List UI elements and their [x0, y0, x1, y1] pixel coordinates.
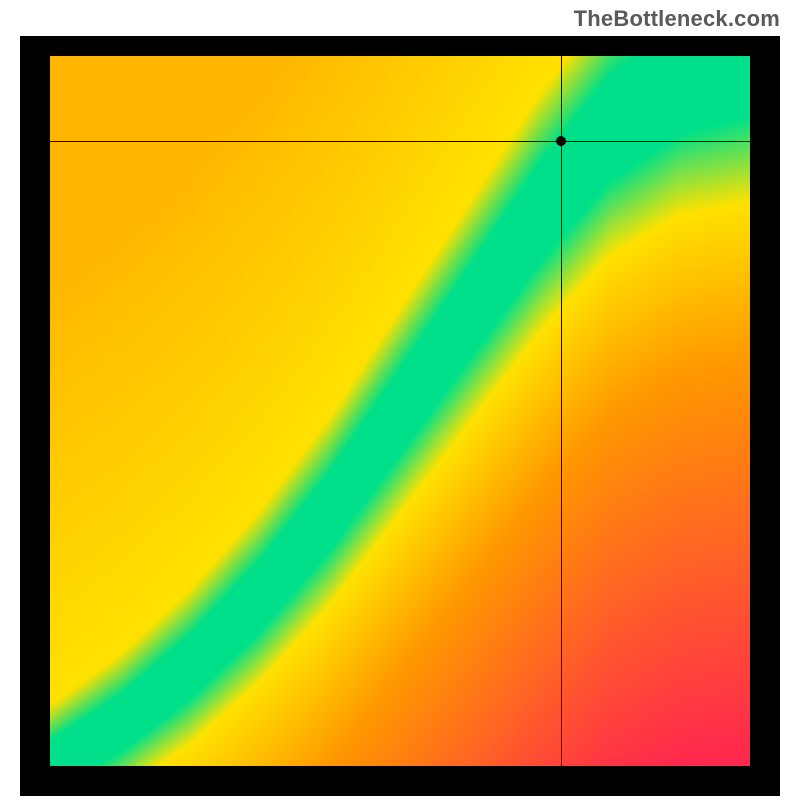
page-root: TheBottleneck.com: [0, 0, 800, 800]
chart-frame: [20, 36, 780, 796]
heatmap-canvas: [50, 56, 750, 766]
plot-area: [50, 56, 750, 766]
watermark-text: TheBottleneck.com: [574, 6, 780, 32]
